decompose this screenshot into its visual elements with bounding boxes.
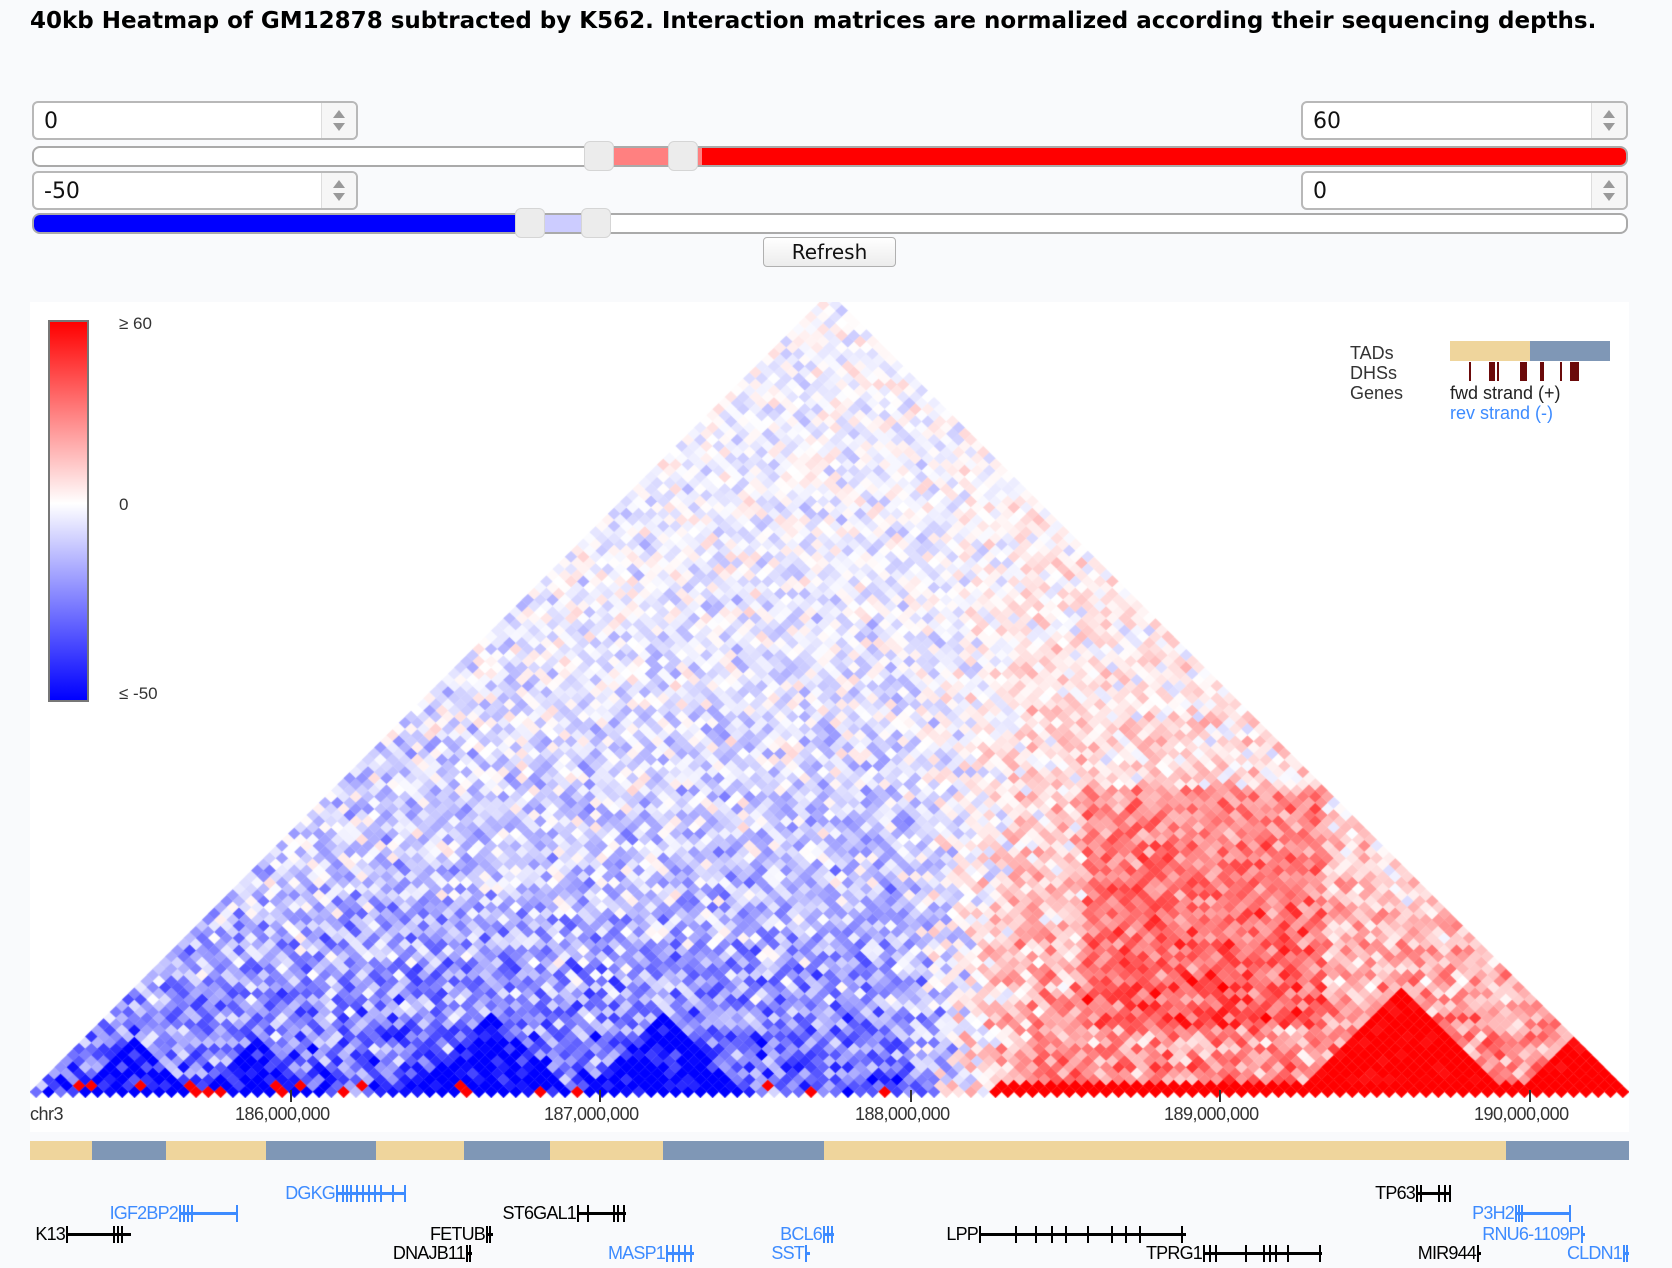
gene-exon	[1438, 1185, 1440, 1202]
positive-max-handle[interactable]	[668, 141, 698, 171]
legend-rev-strand: rev strand (-)	[1450, 403, 1554, 423]
decrement-arrow-icon[interactable]	[333, 193, 345, 201]
dhs-mark	[1520, 362, 1527, 381]
gene-cldn1[interactable]: CLDN1	[0, 1243, 1672, 1263]
axis-tick	[599, 1090, 601, 1102]
tad-segment	[663, 1141, 824, 1160]
dhs-mark	[1497, 362, 1499, 381]
tad-segment	[376, 1141, 464, 1160]
increment-arrow-icon[interactable]	[1603, 180, 1615, 188]
gene-exon	[1581, 1226, 1583, 1243]
tad-segment	[166, 1141, 266, 1160]
gene-exon	[1420, 1185, 1422, 1202]
gene-exon	[1518, 1205, 1520, 1222]
tad-segment	[824, 1141, 1506, 1160]
interaction-heatmap	[30, 302, 1629, 1098]
tad-segment	[30, 1141, 92, 1160]
tad-segment	[92, 1141, 166, 1160]
positive-range-slider[interactable]	[32, 146, 1628, 167]
gene-label: CLDN1	[1566, 1243, 1623, 1263]
spinner[interactable]	[321, 103, 356, 138]
negative-max-handle[interactable]	[581, 208, 611, 238]
tad-segment	[1506, 1141, 1629, 1160]
decrement-arrow-icon[interactable]	[1603, 193, 1615, 201]
negative-max-value: 0	[1313, 179, 1327, 204]
gene-p3h2[interactable]: P3H2	[0, 1203, 1672, 1223]
axis-tick	[910, 1090, 912, 1102]
decrement-arrow-icon[interactable]	[1603, 123, 1615, 131]
negative-min-handle[interactable]	[515, 208, 545, 238]
legend-fwd-strand: fwd strand (+)	[1450, 383, 1561, 403]
colorbar	[48, 320, 89, 702]
positive-max-input[interactable]: 60	[1301, 101, 1628, 140]
increment-arrow-icon[interactable]	[333, 110, 345, 118]
positive-min-handle[interactable]	[584, 141, 614, 171]
colorbar-max-label: ≥ 60	[119, 314, 152, 333]
positive-min-input[interactable]: 0	[32, 101, 358, 140]
gene-tp63[interactable]: TP63	[0, 1183, 1672, 1203]
gene-label: TP63	[1375, 1183, 1416, 1203]
page-title: 40kb Heatmap of GM12878 subtracted by K5…	[30, 8, 1597, 34]
gene-label: RNU6-1109P	[1482, 1224, 1581, 1244]
axis-tick-label: 188,000,000	[855, 1104, 950, 1124]
gene-rnu6-1109p[interactable]: RNU6-1109P	[0, 1224, 1672, 1244]
axis-tick-label: 187,000,000	[544, 1104, 639, 1124]
axis-tick-label: 189,000,000	[1164, 1104, 1259, 1124]
dhs-mark	[1489, 362, 1495, 381]
gene-exon	[1416, 1185, 1418, 1202]
decrement-arrow-icon[interactable]	[333, 123, 345, 131]
gene-exon	[1626, 1245, 1628, 1262]
axis-tick	[1219, 1090, 1221, 1102]
increment-arrow-icon[interactable]	[333, 180, 345, 188]
legend-dhss-label: DHSs	[1350, 363, 1398, 383]
gene-exon	[1444, 1185, 1446, 1202]
legend-tad-swatch-a	[1450, 341, 1530, 361]
spinner[interactable]	[321, 173, 356, 208]
negative-min-value: -50	[44, 179, 80, 204]
gene-exon	[1569, 1205, 1571, 1222]
axis-tick	[1529, 1090, 1531, 1102]
axis-tick-label: 186,000,000	[235, 1104, 330, 1124]
dhs-mark	[1540, 362, 1544, 381]
tad-segment	[464, 1141, 550, 1160]
legend-tads-label: TADs	[1350, 343, 1394, 363]
negative-range-slider[interactable]	[32, 213, 1628, 234]
axis-tick-label: 190,000,000	[1474, 1104, 1569, 1124]
axis-tick	[290, 1090, 292, 1102]
legend-tad-swatch-b	[1530, 341, 1610, 361]
gene-label: P3H2	[1472, 1203, 1515, 1223]
increment-arrow-icon[interactable]	[1603, 110, 1615, 118]
positive-min-value: 0	[44, 109, 58, 134]
dhs-mark	[1469, 362, 1471, 381]
spinner[interactable]	[1591, 103, 1626, 138]
tad-segment	[550, 1141, 663, 1160]
positive-max-value: 60	[1313, 109, 1341, 134]
gene-exon	[1449, 1185, 1451, 1202]
gene-body	[1515, 1212, 1570, 1215]
dhs-mark	[1560, 362, 1562, 381]
colorbar-min-label: ≤ -50	[119, 684, 158, 703]
spinner[interactable]	[1591, 173, 1626, 208]
gene-exon	[1623, 1245, 1625, 1262]
gene-exon	[1521, 1205, 1523, 1222]
negative-min-input[interactable]: -50	[32, 171, 358, 210]
negative-max-input[interactable]: 0	[1301, 171, 1628, 210]
positive-slider-fill	[702, 148, 1626, 165]
gene-exon	[1515, 1205, 1517, 1222]
chrom-label: chr3	[30, 1104, 64, 1124]
legend-genes-label: Genes	[1350, 383, 1404, 403]
negative-slider-fill	[34, 215, 534, 232]
tad-segment	[266, 1141, 376, 1160]
refresh-button[interactable]: Refresh	[763, 237, 896, 267]
colorbar-mid-label: 0	[119, 495, 129, 514]
dhs-mark	[1570, 362, 1579, 381]
